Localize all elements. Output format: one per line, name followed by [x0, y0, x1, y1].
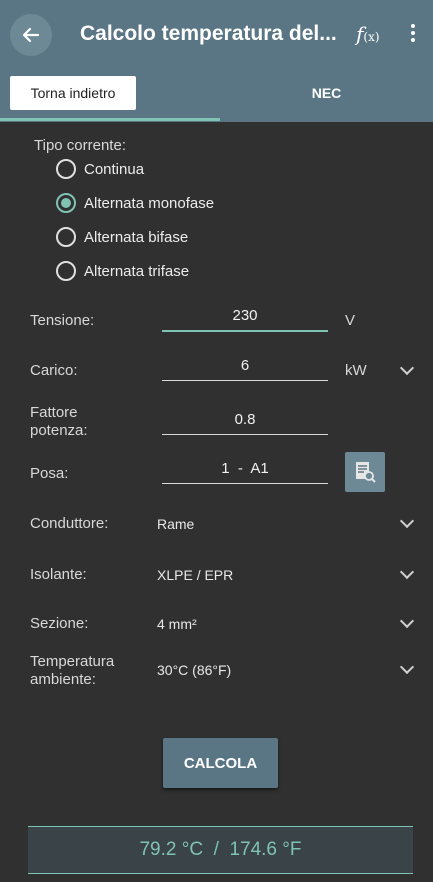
radio-circle-icon [56, 159, 76, 179]
radio-label: Alternata monofase [84, 194, 215, 212]
chevron-down-icon[interactable] [399, 613, 415, 629]
posa-input[interactable]: 1 - A1 [162, 455, 328, 484]
radio-circle-icon [56, 227, 76, 247]
sezione-select[interactable]: 4 mm² [157, 616, 197, 632]
carico-input[interactable]: 6 [162, 352, 328, 381]
radio-alternata-bifase[interactable]: Alternata bifase [56, 227, 188, 247]
function-icon[interactable]: f(x) [356, 22, 380, 46]
back-arrow-icon [22, 27, 40, 43]
app-bar: Calcolo temperatura del... f(x) [0, 0, 433, 68]
fattore-label-line1: Fattore [30, 404, 78, 421]
fattore-potenza-input[interactable]: 0.8 [162, 406, 328, 435]
isolante-select[interactable]: XLPE / EPR [157, 567, 233, 583]
result-text: 79.2 °C / 174.6 °F [139, 839, 302, 860]
temperatura-label-line2: ambiente: [30, 671, 96, 688]
radio-label: Alternata trifase [84, 262, 190, 280]
tab-bar: Torna indietro NEC [0, 68, 433, 122]
radio-checked-icon [56, 193, 76, 213]
carico-unit-select[interactable]: kW [345, 362, 367, 379]
tensione-label: Tensione: [30, 312, 95, 329]
radio-alternata-monofase[interactable]: Alternata monofase [56, 193, 214, 213]
temperatura-label-line1: Temperatura [30, 653, 115, 670]
tab-torna-indietro[interactable]: Torna indietro [10, 76, 136, 110]
back-button[interactable] [10, 14, 52, 56]
radio-label: Continua [84, 160, 145, 178]
tipo-corrente-label: Tipo corrente: [34, 137, 126, 154]
tensione-input[interactable]: 230 [162, 302, 328, 332]
result-display: 79.2 °C / 174.6 °F [28, 826, 413, 874]
radio-continua[interactable]: Continua [56, 159, 144, 179]
radio-alternata-trifase[interactable]: Alternata trifase [56, 261, 189, 281]
fx-sub: (x) [363, 30, 380, 44]
chevron-down-icon[interactable] [399, 564, 415, 580]
chevron-down-icon[interactable] [399, 513, 415, 529]
posa-lookup-button[interactable] [345, 452, 385, 492]
chevron-down-icon[interactable] [399, 360, 415, 376]
fattore-label-line2: potenza: [30, 422, 88, 439]
document-search-icon [356, 462, 376, 483]
radio-label: Alternata bifase [84, 228, 189, 246]
tab-indicator [0, 118, 220, 121]
tab-nec[interactable]: NEC [220, 76, 433, 110]
fattore-potenza-label: Fattore potenza: [30, 404, 88, 440]
temperatura-select[interactable]: 30°C (86°F) [157, 662, 231, 678]
conduttore-select[interactable]: Rame [157, 516, 194, 532]
temperatura-ambiente-label: Temperatura ambiente: [30, 653, 114, 689]
radio-circle-icon [56, 261, 76, 281]
calcola-button[interactable]: CALCOLA [163, 738, 278, 788]
sezione-label: Sezione: [30, 615, 89, 632]
carico-label: Carico: [30, 362, 78, 379]
tensione-unit: V [345, 312, 356, 329]
page-title: Calcolo temperatura del... [80, 22, 337, 45]
conduttore-label: Conduttore: [30, 515, 109, 532]
more-vert-icon[interactable] [408, 24, 418, 46]
posa-label: Posa: [30, 465, 69, 482]
chevron-down-icon[interactable] [399, 659, 415, 675]
isolante-label: Isolante: [30, 566, 87, 583]
